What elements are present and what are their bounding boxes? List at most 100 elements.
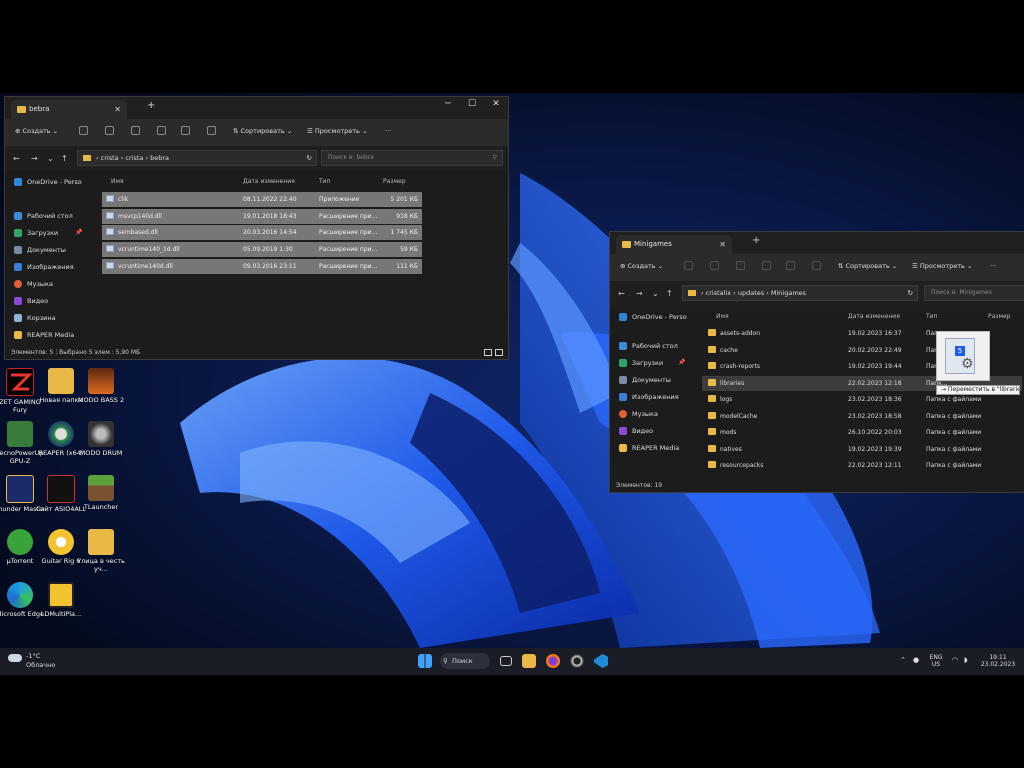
- column-type[interactable]: Тип: [926, 313, 938, 320]
- nav-videos[interactable]: Видео: [618, 424, 653, 438]
- rename-icon[interactable]: [157, 126, 166, 135]
- start-icon[interactable]: [418, 654, 432, 668]
- forward-button[interactable]: →: [636, 289, 643, 298]
- firefox-icon[interactable]: [546, 654, 560, 668]
- nav-desktop[interactable]: Рабочий стол: [618, 339, 678, 353]
- task-view-icon[interactable]: [500, 656, 512, 666]
- nav-documents[interactable]: Документы: [13, 243, 66, 257]
- column-date[interactable]: Дата изменения: [243, 178, 295, 185]
- folder-row[interactable]: natives 19.02.2023 19:39 Папка с файлами: [702, 442, 1022, 457]
- nav-pictures[interactable]: Изображения: [13, 260, 74, 274]
- desktop-icon-ldmultiplayer[interactable]: LDMultiPla...: [35, 582, 87, 618]
- search-input[interactable]: Поиск в: bebra ⚲: [321, 150, 503, 166]
- close-tab-icon[interactable]: ✕: [114, 100, 121, 119]
- sort-button[interactable]: ⇅ Сортировать ⌄: [838, 262, 897, 270]
- breadcrumb-crista-2[interactable]: crista: [125, 154, 143, 162]
- tab-minigames[interactable]: Minigames ✕: [616, 235, 732, 254]
- nav-videos[interactable]: Видео: [13, 294, 48, 308]
- nav-onedrive[interactable]: OneDrive - Perso: [618, 310, 687, 324]
- folder-row[interactable]: mods 26.10.2022 20:03 Папка с файлами: [702, 425, 1022, 440]
- path-box[interactable]: › cristalix › updates › Minigames ↻: [682, 285, 918, 301]
- clock[interactable]: 19:11 23.02.2023: [976, 654, 1020, 668]
- paste-icon[interactable]: [131, 126, 140, 135]
- desktop-icon-tlauncher[interactable]: TLauncher: [75, 475, 127, 511]
- breadcrumb-cristalix[interactable]: cristalix: [706, 289, 731, 297]
- view-button[interactable]: ☰ Просмотреть ⌄: [912, 262, 972, 270]
- delete-icon[interactable]: [812, 261, 821, 270]
- desktop-icon-modo-bass[interactable]: MODO BASS 2: [75, 368, 127, 404]
- breadcrumb-bebra[interactable]: bebra: [150, 154, 169, 162]
- chevron-up-icon[interactable]: ⌃: [900, 657, 906, 664]
- file-row[interactable]: clik 08.11.2022 22:40 Приложение 5 201 К…: [102, 192, 422, 207]
- breadcrumb-updates[interactable]: updates: [738, 289, 764, 297]
- wifi-icon[interactable]: ◠: [952, 657, 958, 664]
- breadcrumb-crista-1[interactable]: crista: [101, 154, 119, 162]
- up-button[interactable]: ↑: [61, 154, 68, 163]
- desktop-icon-street-folder[interactable]: Улица в честь уч...: [75, 529, 127, 573]
- rename-icon[interactable]: [762, 261, 771, 270]
- column-type[interactable]: Тип: [319, 178, 331, 185]
- sort-button[interactable]: ⇅ Сортировать ⌄: [233, 127, 292, 135]
- more-button[interactable]: ···: [990, 262, 996, 270]
- nav-reaper-media[interactable]: REAPER Media: [618, 441, 679, 455]
- weather-widget[interactable]: -1°C Облачно: [8, 652, 68, 672]
- copy-icon[interactable]: [710, 261, 719, 270]
- up-button[interactable]: ↑: [666, 289, 673, 298]
- nav-onedrive[interactable]: OneDrive - Perso: [13, 175, 82, 189]
- more-button[interactable]: ···: [385, 127, 391, 135]
- column-date[interactable]: Дата изменения: [848, 313, 900, 320]
- nav-reaper-media[interactable]: REAPER Media: [13, 328, 74, 342]
- language-indicator[interactable]: ENG US: [926, 654, 946, 668]
- new-tab-button[interactable]: +: [752, 235, 760, 246]
- tab-bebra[interactable]: bebra ✕: [11, 100, 127, 119]
- create-button[interactable]: ⊕ Создать ⌄: [620, 262, 663, 270]
- details-view-icon[interactable]: [484, 349, 492, 356]
- recent-dropdown[interactable]: ⌄: [652, 289, 659, 298]
- folder-row[interactable]: resourcepacks 22.02.2023 12:11 Папка с ф…: [702, 458, 1022, 473]
- volume-icon[interactable]: ◗: [964, 657, 968, 664]
- obs-icon[interactable]: [570, 654, 584, 668]
- new-tab-button[interactable]: +: [147, 100, 155, 111]
- forward-button[interactable]: →: [31, 154, 38, 163]
- close-window-button[interactable]: ✕: [485, 99, 507, 109]
- copy-icon[interactable]: [105, 126, 114, 135]
- nav-downloads[interactable]: Загрузки 📌: [13, 226, 82, 240]
- nav-pictures[interactable]: Изображения: [618, 390, 679, 404]
- nav-desktop[interactable]: Рабочий стол: [13, 209, 73, 223]
- vscode-icon[interactable]: [594, 654, 608, 668]
- refresh-icon[interactable]: ↻: [307, 151, 312, 165]
- file-explorer-icon[interactable]: [522, 654, 536, 668]
- nav-documents[interactable]: Документы: [618, 373, 671, 387]
- microphone-icon[interactable]: ●: [913, 657, 919, 664]
- file-row[interactable]: msvcp140d.dll 19.01.2018 18:43 Расширени…: [102, 209, 422, 224]
- close-tab-icon[interactable]: ✕: [719, 235, 726, 254]
- cut-icon[interactable]: [79, 126, 88, 135]
- create-button[interactable]: ⊕ Создать ⌄: [15, 127, 58, 135]
- back-button[interactable]: ←: [618, 289, 625, 298]
- desktop-icon-modo-drum[interactable]: MODO DRUM: [75, 421, 127, 457]
- nav-recycle-bin[interactable]: Корзина: [13, 311, 56, 325]
- search-button[interactable]: ⚲ Поиск: [440, 653, 490, 669]
- column-name[interactable]: Имя: [111, 178, 124, 185]
- share-icon[interactable]: [181, 126, 190, 135]
- search-input[interactable]: Поиск в: Minigames: [924, 285, 1024, 301]
- maximize-button[interactable]: ☐: [461, 99, 483, 109]
- file-row[interactable]: vcruntime140d.dll 09.03.2016 23:11 Расши…: [102, 259, 422, 274]
- view-button[interactable]: ☰ Просмотреть ⌄: [307, 127, 367, 135]
- file-row[interactable]: vcruntime140_1d.dll 05.09.2019 1:30 Расш…: [102, 242, 422, 257]
- nav-music[interactable]: Музыка: [618, 407, 658, 421]
- paste-icon[interactable]: [736, 261, 745, 270]
- cut-icon[interactable]: [684, 261, 693, 270]
- column-size[interactable]: Размер: [383, 178, 406, 185]
- nav-music[interactable]: Музыка: [13, 277, 53, 291]
- delete-icon[interactable]: [207, 126, 216, 135]
- nav-downloads[interactable]: Загрузки 📌: [618, 356, 685, 370]
- breadcrumb-minigames[interactable]: Minigames: [771, 289, 806, 297]
- minimize-button[interactable]: ─: [437, 99, 459, 109]
- folder-row[interactable]: modelCache 23.02.2023 18:58 Папка с файл…: [702, 409, 1022, 424]
- back-button[interactable]: ←: [13, 154, 20, 163]
- column-name[interactable]: Имя: [716, 313, 729, 320]
- refresh-icon[interactable]: ↻: [908, 286, 913, 300]
- share-icon[interactable]: [786, 261, 795, 270]
- tiles-view-icon[interactable]: [495, 349, 503, 356]
